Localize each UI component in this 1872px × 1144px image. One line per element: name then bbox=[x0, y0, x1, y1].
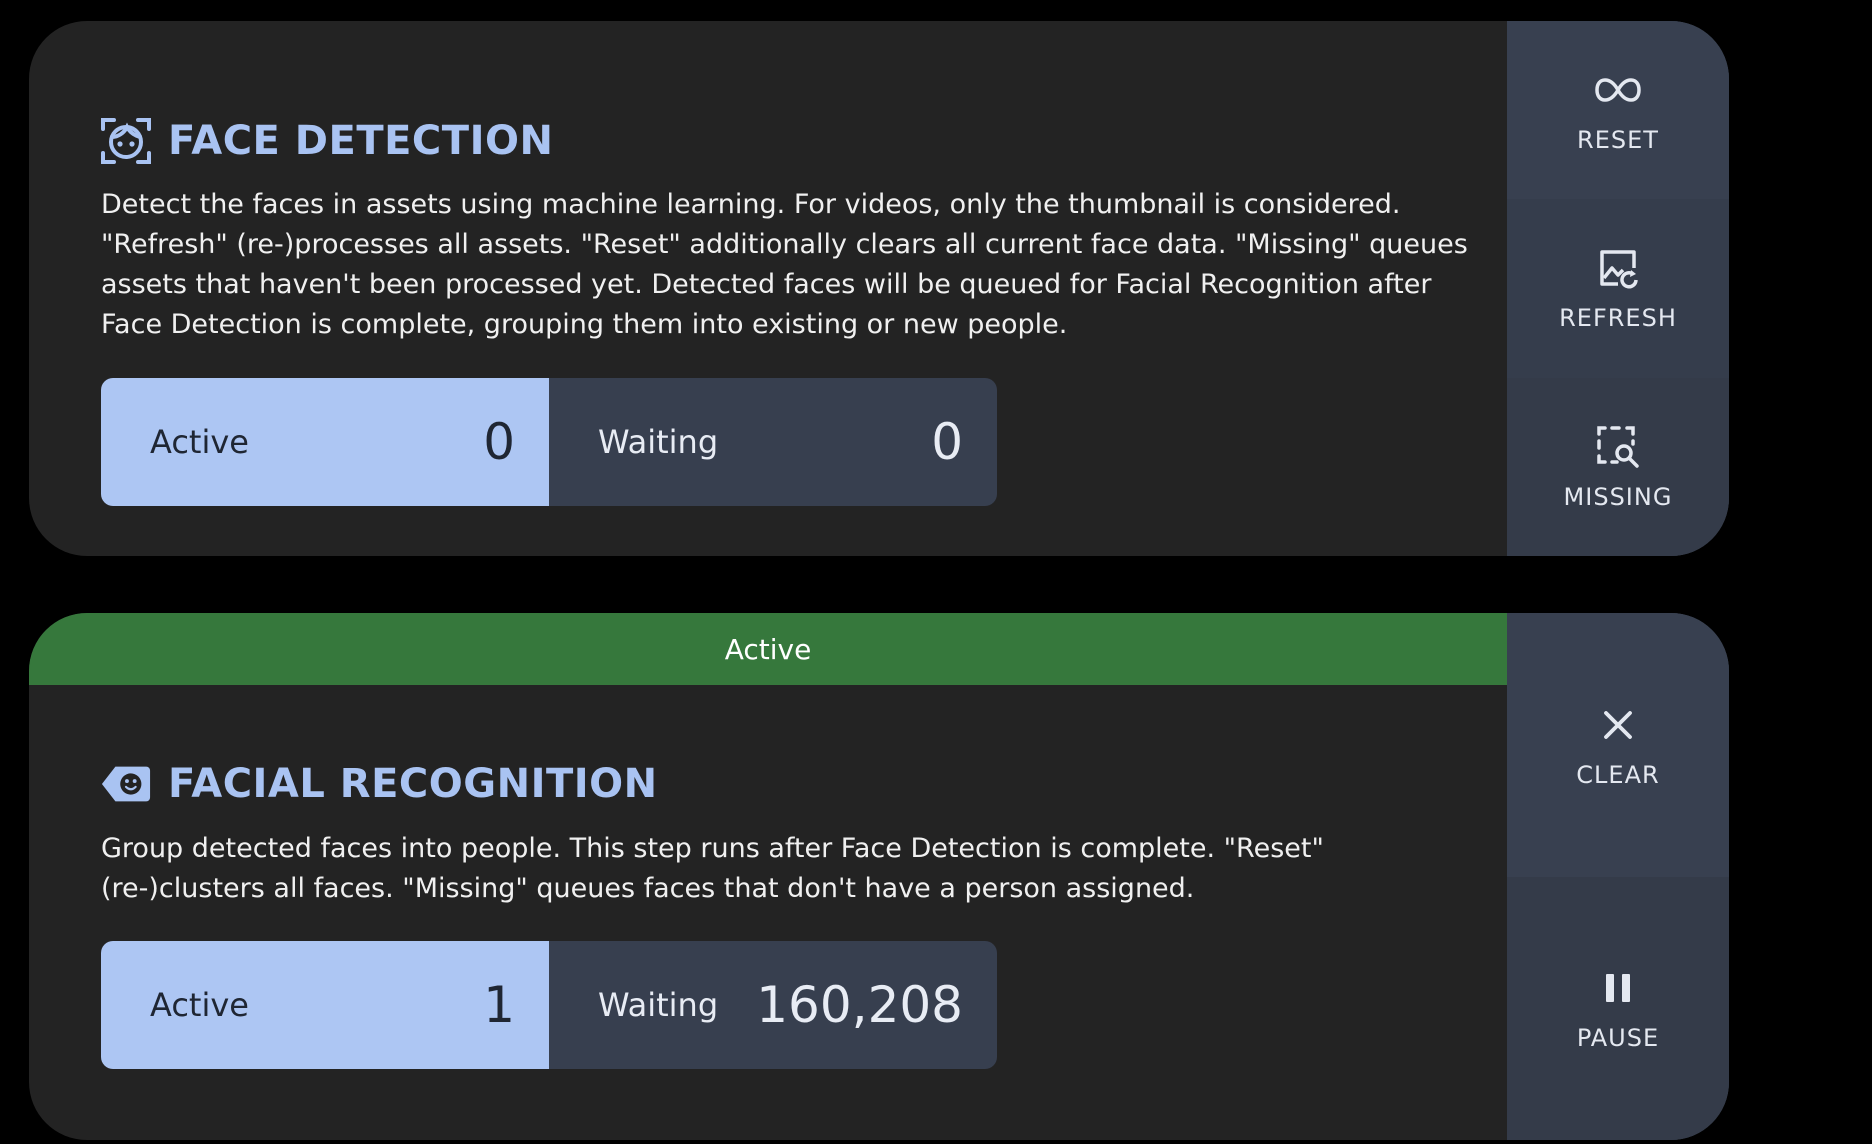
active-count-box: Active 0 bbox=[101, 378, 549, 506]
missing-label: MISSING bbox=[1563, 482, 1673, 511]
facial-recognition-counts: Active 1 Waiting 160,208 bbox=[101, 941, 997, 1069]
refresh-button[interactable]: REFRESH bbox=[1507, 199, 1729, 378]
face-detection-counts: Active 0 Waiting 0 bbox=[101, 378, 997, 506]
active-label: Active bbox=[150, 986, 249, 1024]
waiting-count-box: Waiting 160,208 bbox=[549, 941, 997, 1069]
active-count-box: Active 1 bbox=[101, 941, 549, 1069]
select-search-icon bbox=[1594, 423, 1642, 471]
waiting-label: Waiting bbox=[598, 423, 719, 461]
infinity-icon bbox=[1594, 66, 1642, 114]
facial-recognition-card: Active FACIAL RECOGNITION Group detected… bbox=[29, 613, 1729, 1140]
status-badge: Active bbox=[29, 613, 1507, 685]
face-detection-description: Detect the faces in assets using machine… bbox=[101, 189, 1468, 340]
waiting-count-box: Waiting 0 bbox=[549, 378, 997, 506]
facial-recognition-main: Active FACIAL RECOGNITION Group detected… bbox=[29, 613, 1507, 1140]
close-icon bbox=[1594, 701, 1642, 749]
waiting-label: Waiting bbox=[598, 986, 719, 1024]
active-count: 0 bbox=[483, 413, 515, 471]
reset-button[interactable]: RESET bbox=[1507, 21, 1729, 200]
image-refresh-icon bbox=[1594, 244, 1642, 292]
face-scan-icon bbox=[100, 115, 152, 167]
face-detection-actions: RESET REFRESH MISSING bbox=[1507, 21, 1729, 556]
pause-label: PAUSE bbox=[1576, 1024, 1660, 1053]
clear-button[interactable]: CLEAR bbox=[1507, 613, 1729, 877]
pause-button[interactable]: PAUSE bbox=[1507, 876, 1729, 1140]
refresh-label: REFRESH bbox=[1559, 304, 1677, 333]
reset-label: RESET bbox=[1577, 126, 1659, 155]
clear-label: CLEAR bbox=[1576, 760, 1660, 789]
active-label: Active bbox=[150, 423, 249, 461]
face-detection-title: FACE DETECTION bbox=[168, 118, 554, 164]
jobs-page: FACE DETECTION Detect the faces in asset… bbox=[0, 0, 1872, 1144]
face-detection-main: FACE DETECTION Detect the faces in asset… bbox=[29, 21, 1507, 556]
face-detection-card: FACE DETECTION Detect the faces in asset… bbox=[29, 21, 1729, 556]
facial-recognition-title-row: FACIAL RECOGNITION bbox=[100, 758, 658, 810]
active-count: 1 bbox=[483, 976, 515, 1034]
waiting-count: 0 bbox=[931, 413, 963, 471]
facial-recognition-actions: CLEAR PAUSE bbox=[1507, 613, 1729, 1140]
waiting-count: 160,208 bbox=[756, 976, 963, 1034]
tag-face-icon bbox=[100, 758, 152, 810]
face-detection-title-row: FACE DETECTION bbox=[100, 115, 553, 167]
facial-recognition-title: FACIAL RECOGNITION bbox=[168, 761, 658, 807]
facial-recognition-description: Group detected faces into people. This s… bbox=[101, 833, 1324, 904]
pause-icon bbox=[1594, 964, 1642, 1012]
missing-button[interactable]: MISSING bbox=[1507, 377, 1729, 556]
